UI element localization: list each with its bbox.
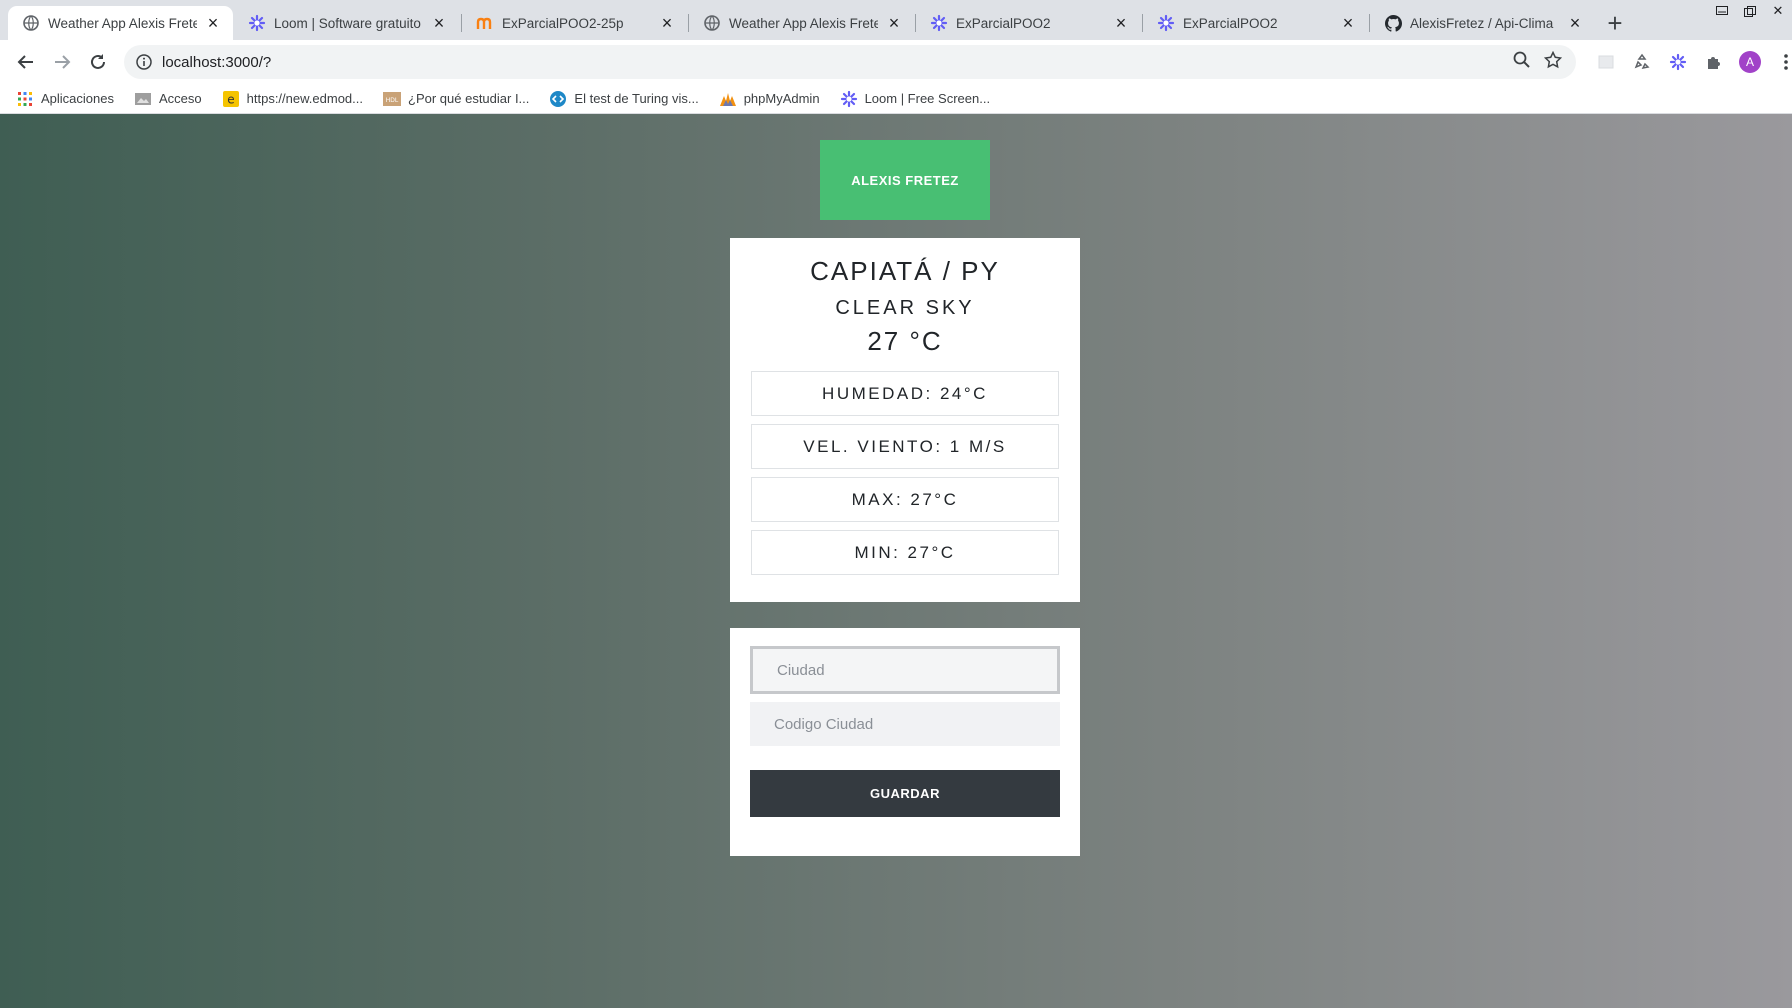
extensions-puzzle-icon[interactable] (1700, 48, 1728, 76)
extension-placeholder-icon[interactable] (1592, 48, 1620, 76)
close-icon[interactable]: × (429, 13, 449, 33)
close-icon[interactable]: × (203, 13, 223, 33)
save-button[interactable]: GUARDAR (750, 770, 1060, 817)
tab-weather-app[interactable]: Weather App Alexis Frete × (8, 6, 233, 40)
bookmark-aplicaciones[interactable]: Aplicaciones (16, 90, 114, 108)
loom-icon (248, 14, 266, 32)
info-icon[interactable] (134, 52, 154, 72)
tab-title: Loom | Software gratuito (274, 15, 421, 31)
close-icon[interactable]: × (884, 13, 904, 33)
loom-icon (840, 90, 858, 108)
bookmark-label: El test de Turing vis... (574, 91, 699, 106)
window-close-icon[interactable]: ✕ (1764, 0, 1792, 22)
tab-title: ExParcialPOO2 (956, 15, 1051, 31)
bookmark-label: Acceso (159, 91, 202, 106)
author-button[interactable]: ALEXIS FRETEZ (820, 140, 990, 220)
tab-exparcial-25p[interactable]: ExParcialPOO2-25p × (462, 6, 687, 40)
profile-avatar[interactable]: A (1736, 48, 1764, 76)
bookmark-star-icon[interactable] (1543, 50, 1563, 74)
bookmarks-bar: Aplicaciones Acceso e https://new.edmod.… (0, 84, 1792, 114)
svg-text:e: e (227, 92, 234, 106)
new-tab-button[interactable]: + (1600, 8, 1630, 38)
close-icon[interactable]: × (657, 13, 677, 33)
loom-icon (930, 14, 948, 32)
window-controls: ✕ (1708, 0, 1792, 22)
close-icon[interactable]: × (1338, 13, 1358, 33)
close-icon[interactable]: × (1565, 13, 1585, 33)
tab-title: Weather App Alexis Frete (48, 15, 197, 31)
weather-card: CAPIATÁ / PY CLEAR SKY 27 °C HUMEDAD: 24… (730, 238, 1080, 602)
tab-exparcial-1[interactable]: ExParcialPOO2 × (916, 6, 1141, 40)
tab-title: Weather App Alexis Frete (729, 15, 878, 31)
recycle-icon[interactable] (1628, 48, 1656, 76)
weather-app-page: ALEXIS FRETEZ CAPIATÁ / PY CLEAR SKY 27 … (0, 114, 1792, 1008)
bookmark-test-turing[interactable]: El test de Turing vis... (549, 90, 699, 108)
globe-icon (22, 14, 40, 32)
hdl-icon: HDL (383, 90, 401, 108)
city-input[interactable] (750, 646, 1060, 694)
bookmark-label: Loom | Free Screen... (864, 91, 991, 106)
browser-toolbar: localhost:3000/? A (0, 40, 1792, 84)
tab-title: AlexisFretez / Api-Clima (1410, 15, 1554, 31)
browser-tab-strip: Weather App Alexis Frete × Loom | Softwa… (0, 0, 1792, 40)
code-icon (549, 90, 567, 108)
back-icon[interactable] (12, 48, 40, 76)
wind-speed-item: VEL. VIENTO: 1 M/S (751, 424, 1059, 469)
humidity-item: HUMEDAD: 24°C (751, 371, 1059, 416)
max-temp-item: MAX: 27°C (751, 477, 1059, 522)
weather-stats-list: HUMEDAD: 24°C VEL. VIENTO: 1 M/S MAX: 27… (730, 371, 1080, 575)
menu-kebab-icon[interactable] (1772, 48, 1792, 76)
bookmark-por-que-estudiar[interactable]: HDL ¿Por qué estudiar I... (383, 90, 529, 108)
bookmark-label: https://new.edmod... (246, 91, 363, 106)
tab-exparcial-2[interactable]: ExParcialPOO2 × (1143, 6, 1368, 40)
extensions-area: A (1584, 48, 1792, 76)
bookmark-label: Aplicaciones (41, 91, 114, 106)
zoom-search-icon[interactable] (1513, 51, 1530, 73)
github-icon (1384, 14, 1402, 32)
svg-text:HDL: HDL (386, 97, 399, 104)
reload-icon[interactable] (84, 48, 112, 76)
forward-icon[interactable] (48, 48, 76, 76)
avatar: A (1739, 51, 1761, 73)
bookmark-phpmyadmin[interactable]: phpMyAdmin (719, 90, 820, 108)
loom-icon (1157, 14, 1175, 32)
tab-loom-software[interactable]: Loom | Software gratuito × (234, 6, 459, 40)
url-text[interactable]: localhost:3000/? (162, 54, 1513, 71)
moodle-icon (476, 14, 494, 32)
bookmark-edmodo[interactable]: e https://new.edmod... (222, 90, 363, 108)
tab-github-api-clima[interactable]: AlexisFretez / Api-Clima × (1370, 6, 1595, 40)
close-icon[interactable]: × (1111, 13, 1131, 33)
bookmark-label: phpMyAdmin (743, 91, 820, 106)
phpmyadmin-icon (719, 90, 737, 108)
weather-description: CLEAR SKY (835, 297, 975, 319)
tab-title: ExParcialPOO2-25p (502, 15, 624, 31)
tab-title: ExParcialPOO2 (1183, 15, 1278, 31)
location-form: GUARDAR (730, 628, 1080, 856)
globe-icon (703, 14, 721, 32)
restore-icon[interactable] (1736, 0, 1764, 22)
edmodo-icon: e (222, 90, 240, 108)
city-code-input[interactable] (750, 702, 1060, 746)
bookmark-label: ¿Por qué estudiar I... (408, 91, 530, 106)
bookmark-loom-free-screen[interactable]: Loom | Free Screen... (840, 90, 991, 108)
temperature-value: 27 °C (867, 326, 943, 356)
tab-weather-app-2[interactable]: Weather App Alexis Frete × (689, 6, 914, 40)
bookmark-acceso[interactable]: Acceso (134, 90, 202, 108)
location-title: CAPIATÁ / PY (810, 256, 1000, 286)
min-temp-item: MIN: 27°C (751, 530, 1059, 575)
apps-grid-icon (16, 90, 34, 108)
loom-extension-icon[interactable] (1664, 48, 1692, 76)
folder-image-icon (134, 90, 152, 108)
minimize-icon[interactable] (1708, 0, 1736, 22)
address-bar[interactable]: localhost:3000/? (124, 45, 1576, 79)
